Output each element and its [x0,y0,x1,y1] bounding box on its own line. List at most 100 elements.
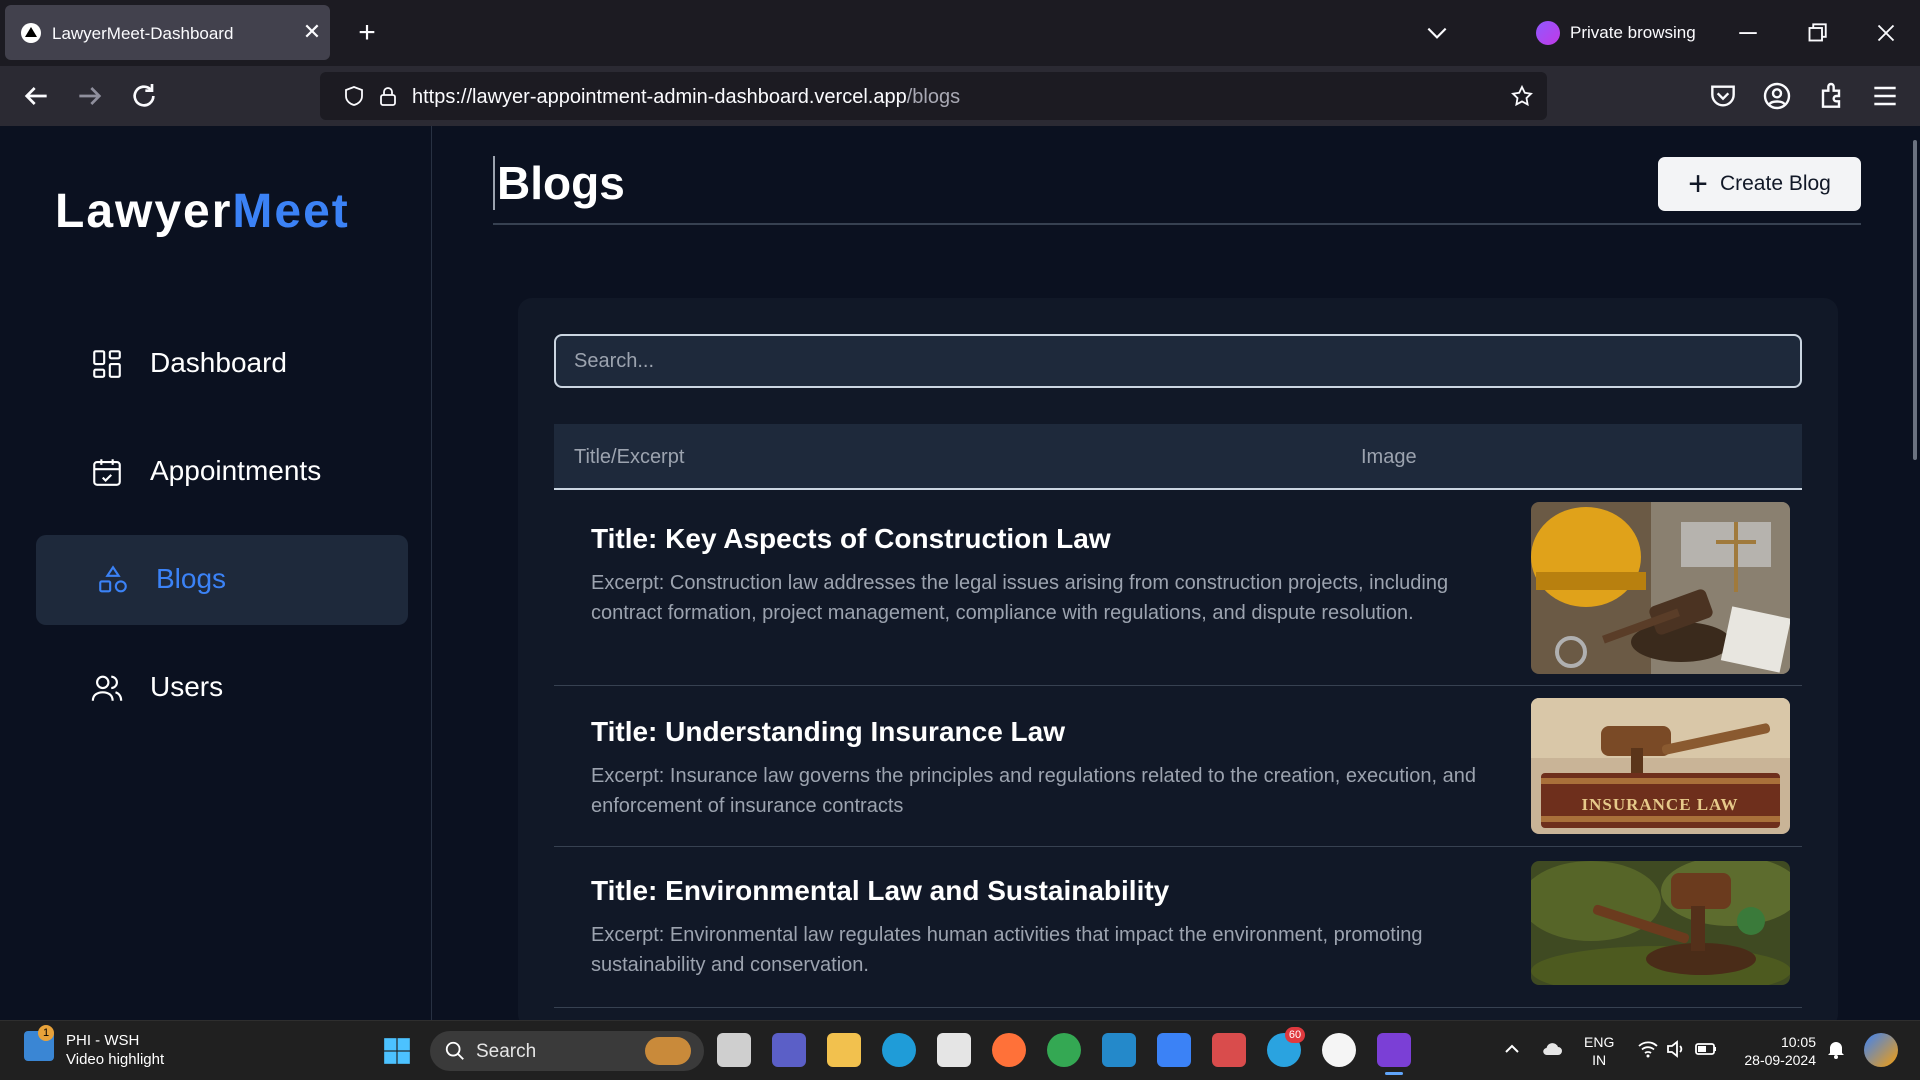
taskbar-search-label: Search [476,1041,537,1062]
favicon-icon [21,23,41,43]
browser-tab[interactable]: LawyerMeet-Dashboard ✕ [5,5,330,60]
pocket-icon[interactable] [1707,80,1739,112]
reload-icon[interactable] [128,80,160,112]
taskbar-search[interactable]: Search [430,1031,704,1071]
task-view-icon[interactable] [717,1033,751,1067]
sidebar-item-label: Users [150,671,224,702]
users-icon [91,675,123,701]
dashboard-icon [93,350,121,378]
sidebar-item-label: Blogs [156,563,227,594]
create-blog-label: Create Blog [1719,172,1831,195]
title-divider [493,223,1861,225]
firefox-icon[interactable] [992,1033,1026,1067]
insurance-law-book-text: INSURANCE LAW [1581,795,1738,814]
minimize-icon[interactable] [1733,18,1763,48]
battery-icon[interactable] [1694,1037,1718,1061]
sidebar-item-blogs[interactable]: Blogs [36,535,408,625]
snipping-tool-icon[interactable] [1212,1033,1246,1067]
chevron-down-icon[interactable] [1424,20,1450,46]
store-icon[interactable] [937,1033,971,1067]
blog-excerpt: Excerpt: Insurance law governs the princ… [591,765,1476,817]
address-bar[interactable]: https://lawyer-appointment-admin-dashboa… [320,72,1547,120]
url-text: https://lawyer-appointment-admin-dashboa… [412,86,960,109]
blog-excerpt: Excerpt: Environmental law regulates hum… [591,924,1423,976]
create-blog-button[interactable]: + Create Blog [1658,157,1861,211]
language-indicator[interactable]: ENG IN [1584,1033,1614,1069]
close-tab-icon[interactable]: ✕ [299,19,325,45]
back-arrow-icon[interactable] [20,80,52,112]
url-path: /blogs [906,86,961,108]
star-bookmark-icon[interactable] [1510,84,1534,108]
windows-start-icon[interactable] [383,1037,411,1065]
volume-icon[interactable] [1664,1037,1688,1061]
private-browsing-indicator: Private browsing [1536,20,1696,46]
sidebar-item-label: Appointments [150,455,322,486]
news-widget[interactable]: 1 PHI - WSH Video highlight [24,1025,165,1069]
system-clock[interactable]: 10:05 28-09-2024 [1736,1033,1816,1069]
sidebar-item-label: Dashboard [150,347,287,378]
search-highlight-icon [645,1037,691,1065]
shield-icon[interactable] [342,84,366,108]
column-header-image: Image [1361,446,1417,468]
new-tab-button[interactable]: + [352,18,382,48]
edge-icon[interactable] [882,1033,916,1067]
vscode-icon[interactable] [1102,1033,1136,1067]
close-window-icon[interactable] [1871,18,1901,48]
construction-law-image [1531,502,1790,674]
sidebar-item-appointments[interactable]: Appointments [36,427,408,517]
notification-bell-icon[interactable] [1824,1037,1848,1061]
wifi-icon[interactable] [1636,1037,1660,1061]
forward-arrow-icon[interactable] [74,80,106,112]
insurance-law-image: INSURANCE LAW [1531,698,1790,834]
news-title: PHI - WSH [66,1032,140,1049]
blog-title: Title: Environmental Law and Sustainabil… [591,875,1170,906]
app-logo[interactable]: LawyerMeet [55,184,350,239]
telegram-icon[interactable]: 60 [1267,1027,1305,1067]
news-subtitle: Video highlight [66,1051,165,1068]
restore-icon[interactable] [1802,18,1832,48]
language-code: ENG [1584,1034,1615,1050]
private-browsing-label: Private browsing [1570,23,1696,42]
page-scrollbar[interactable] [1913,140,1917,460]
sidebar-item-dashboard[interactable]: Dashboard [36,319,408,409]
chevron-up-icon[interactable] [1500,1037,1524,1061]
teams-icon[interactable] [772,1033,806,1067]
browser-toolbar: https://lawyer-appointment-admin-dashboa… [0,66,1920,126]
page-title: Blogs [493,156,625,210]
sidebar-item-users[interactable]: Users [36,643,408,733]
table-row[interactable]: Title: Understanding Insurance Law Excer… [554,686,1802,847]
url-domain: https://lawyer-appointment-admin-dashboa… [412,86,907,108]
search-icon [445,1041,464,1060]
copilot-icon[interactable] [1864,1033,1898,1067]
os-taskbar: 1 PHI - WSH Video highlight Search 60 EN… [0,1020,1920,1080]
pen-app-icon[interactable] [1322,1033,1356,1067]
environmental-law-image [1531,861,1790,985]
logo-text-lawyer: Lawyer [55,185,233,238]
search-input[interactable] [554,334,1802,388]
table-row[interactable]: Title: Key Aspects of Construction Law E… [554,490,1802,686]
extensions-icon[interactable] [1815,80,1847,112]
blog-title: Title: Understanding Insurance Law [591,716,1066,747]
account-icon[interactable] [1761,80,1793,112]
telegram-badge: 60 [1285,1027,1305,1043]
private-mask-icon [1536,21,1560,45]
browser-tab-bar: LawyerMeet-Dashboard ✕ + Private browsin… [0,0,1920,66]
clock-time: 10:05 [1780,1034,1816,1050]
todo-icon[interactable] [1157,1033,1191,1067]
column-header-title: Title/Excerpt [574,446,685,468]
cloud-icon[interactable] [1540,1037,1564,1061]
blog-title: Title: Key Aspects of Construction Law [591,523,1111,554]
table-row[interactable]: Title: Environmental Law and Sustainabil… [554,847,1802,1008]
chrome-icon[interactable] [1047,1033,1081,1067]
firefox-private-icon[interactable] [1377,1033,1411,1075]
tab-title: LawyerMeet-Dashboard [52,24,234,43]
logo-text-meet: Meet [232,185,350,238]
file-explorer-icon[interactable] [827,1033,861,1067]
news-badge: 1 [38,1025,54,1041]
table-header: Title/Excerpt Image [554,424,1802,490]
menu-icon[interactable] [1869,80,1901,112]
lock-icon[interactable] [376,84,400,108]
clock-date: 28-09-2024 [1744,1052,1816,1068]
news-icon: 1 [24,1025,54,1061]
plus-icon: + [1688,165,1708,203]
